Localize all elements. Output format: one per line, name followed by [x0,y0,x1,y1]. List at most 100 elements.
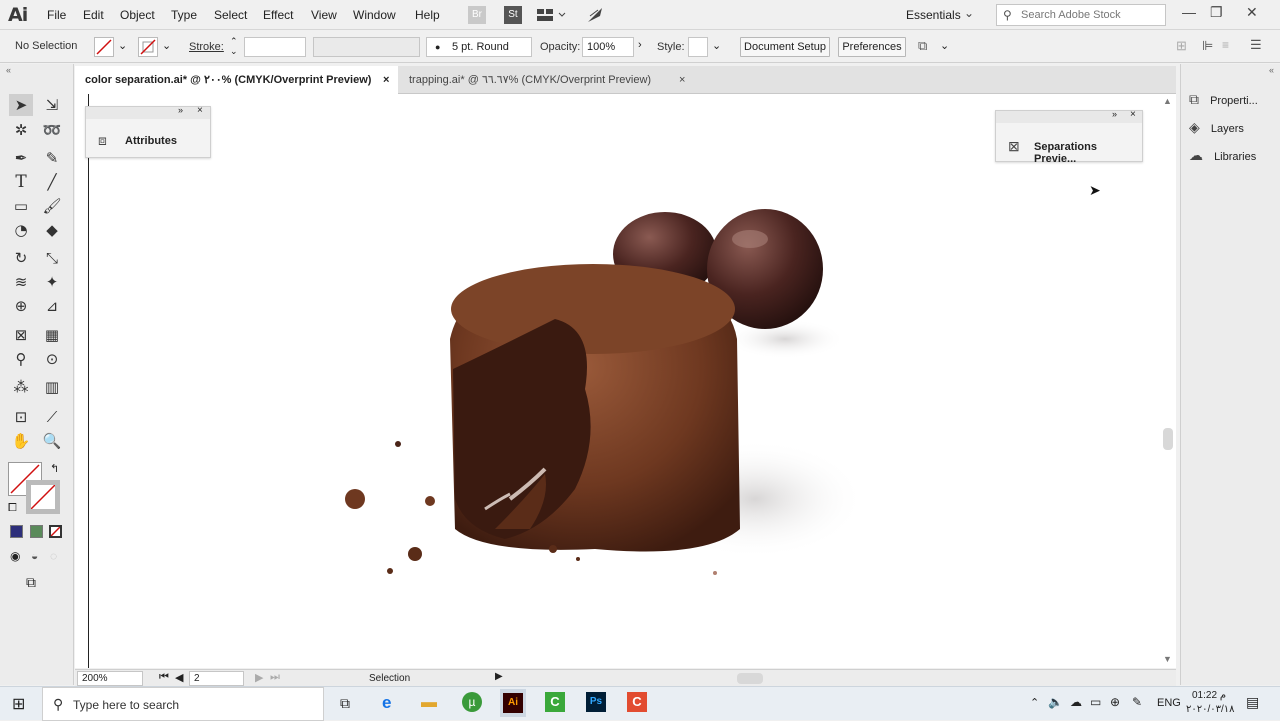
vertical-scrollbar-thumb[interactable] [1163,428,1173,450]
chevron-down-icon[interactable]: ⌄ [118,39,127,52]
attributes-label[interactable]: Attributes [125,135,177,147]
lasso-icon[interactable]: ➿ [40,119,64,141]
gradient-mode-swatch[interactable] [30,525,43,538]
screen-mode-icon[interactable]: ⧉ [26,574,36,591]
scale-tool-icon[interactable]: ⤡ [40,247,64,269]
menu-object[interactable]: Object [120,8,155,22]
arrange-documents-icon[interactable] [537,8,567,25]
menu-view[interactable]: View [311,8,337,22]
eyedropper-icon[interactable]: ⚲ [9,348,33,370]
panel-header[interactable]: » × [86,105,210,119]
variable-width-profile[interactable] [313,37,420,57]
last-artboard-icon[interactable]: ⏭ [270,671,280,684]
gradient-tool-icon[interactable]: ▦ [40,324,64,346]
selection-tool-icon[interactable]: ➤ [9,94,33,116]
rectangle-tool-icon[interactable]: ▭ [9,195,33,217]
pen-workspace-icon[interactable]: ✎ [1132,695,1142,709]
color-mode-swatch[interactable] [10,525,23,538]
network-icon[interactable]: ⊕ [1110,695,1120,709]
artboard-tool-icon[interactable]: ⊡ [9,406,33,428]
horizontal-scrollbar-thumb[interactable] [737,673,763,684]
next-artboard-icon[interactable]: ▶ [255,671,263,684]
menu-window[interactable]: Window [353,8,396,22]
close-icon[interactable]: ✕ [1246,4,1258,21]
document-setup-button[interactable]: Document Setup [740,37,830,57]
restore-icon[interactable]: ❐ [1210,4,1223,21]
clock-date[interactable]: ٢٠٢٠/٠٣/١٨ [1186,704,1235,715]
chevron-down-icon[interactable]: ⌄ [162,39,171,52]
zoom-field[interactable]: 200% [77,671,143,686]
gpu-performance-icon[interactable] [586,6,604,27]
default-colors-icon[interactable]: ⧠ [8,502,17,515]
perspective-grid-icon[interactable]: ⊿ [40,295,64,317]
menu-lines-icon[interactable]: ≡ [1222,38,1229,52]
battery-icon[interactable]: ▭ [1090,695,1101,709]
camtasia-icon[interactable]: C [545,692,565,712]
artboard-number-field[interactable]: 2 [189,671,244,686]
stroke-none-swatch[interactable] [138,37,158,57]
stock-icon[interactable]: St [504,6,522,24]
grid-icon[interactable]: ⊞ [1176,38,1187,54]
chevron-down-icon[interactable]: ⌄ [964,6,974,20]
opacity-field[interactable]: 100% [582,37,634,57]
chevron-down-icon[interactable]: ⌄ [712,39,721,52]
tab-trapping[interactable]: trapping.ai* @ ٦٦.٦٧% (CMYK/Overprint Pr… [399,66,699,94]
paintbrush-icon[interactable]: 🖌 [40,195,64,217]
pen-tool-icon[interactable]: ✒ [9,147,33,169]
close-icon[interactable]: × [1130,109,1136,120]
workspace-switcher[interactable]: Essentials [906,8,961,22]
scroll-up-icon[interactable]: ▲ [1163,96,1172,106]
properties-panel-tab[interactable]: ⧉ Properti... [1189,88,1258,110]
menu-edit[interactable]: Edit [83,8,104,22]
current-tool-status[interactable]: Selection [369,673,410,684]
menu-effect[interactable]: Effect [263,8,293,22]
brush-definition-field[interactable]: ● 5 pt. Round [426,37,532,57]
menu-help[interactable]: Help [415,8,440,22]
edge-browser-icon[interactable]: e [382,693,391,713]
collapse-icon[interactable]: » [1112,109,1117,119]
type-tool-icon[interactable]: T [9,171,33,193]
stock-search-input[interactable]: ⚲ Search Adobe Stock [996,4,1166,26]
menu-select[interactable]: Select [214,8,247,22]
symbol-sprayer-icon[interactable]: ⁂ [9,376,33,398]
close-icon[interactable]: × [197,105,203,116]
menu-type[interactable]: Type [171,8,197,22]
zoom-tool-icon[interactable]: 🔍 [40,430,64,452]
volume-icon[interactable]: 🔈 [1048,695,1063,709]
shape-builder-icon[interactable]: ⊕ [9,295,33,317]
onedrive-icon[interactable]: ☁ [1070,695,1082,709]
libraries-panel-tab[interactable]: ☁ Libraries [1189,144,1256,166]
puppet-warp-icon[interactable]: ✦ [40,271,64,293]
language-indicator[interactable]: ENG [1157,697,1181,709]
stroke-weight-field[interactable] [244,37,306,57]
eraser-icon[interactable]: ◆ [40,219,64,241]
arrange-icon[interactable]: ⧉ [918,38,927,54]
close-icon[interactable]: × [383,66,389,94]
draw-normal-icon[interactable]: ◉ [10,549,20,563]
hand-tool-icon[interactable]: ✋ [9,430,33,452]
chevron-up-icon[interactable]: ⌃ [1030,696,1039,709]
collapse-icon[interactable]: « [1269,65,1274,75]
magic-wand-icon[interactable]: ✲ [9,119,33,141]
curvature-tool-icon[interactable]: ✎ [40,147,64,169]
mesh-tool-icon[interactable]: ⊠ [9,324,33,346]
artboard-canvas[interactable]: ➤ » × ⧈ Attributes » × ⊠ Separations Pre… [75,94,1176,668]
first-artboard-icon[interactable]: ⏮ [159,671,169,684]
rotate-tool-icon[interactable]: ↻ [9,247,33,269]
none-mode-swatch[interactable] [49,525,62,538]
graphic-style-swatch[interactable] [688,37,708,57]
recorder-icon[interactable]: C [627,692,647,712]
collapse-icon[interactable]: « [6,65,11,75]
task-view-icon[interactable]: ⧉ [340,695,350,712]
taskbar-search-input[interactable]: ⚲ Type here to search [42,687,324,721]
opacity-label[interactable]: Opacity: [540,41,580,53]
layers-panel-tab[interactable]: ◈ Layers [1189,116,1244,138]
minimize-icon[interactable]: — [1182,4,1196,20]
slice-tool-icon[interactable]: ⟋ [40,406,64,428]
close-icon[interactable]: × [679,66,685,94]
chevron-right-icon[interactable]: › [638,39,642,51]
clock-time[interactable]: 01:22 م [1192,690,1226,701]
bridge-icon[interactable]: Br [468,6,486,24]
stroke-swatch[interactable] [26,480,60,514]
width-tool-icon[interactable]: ≋ [9,271,33,293]
